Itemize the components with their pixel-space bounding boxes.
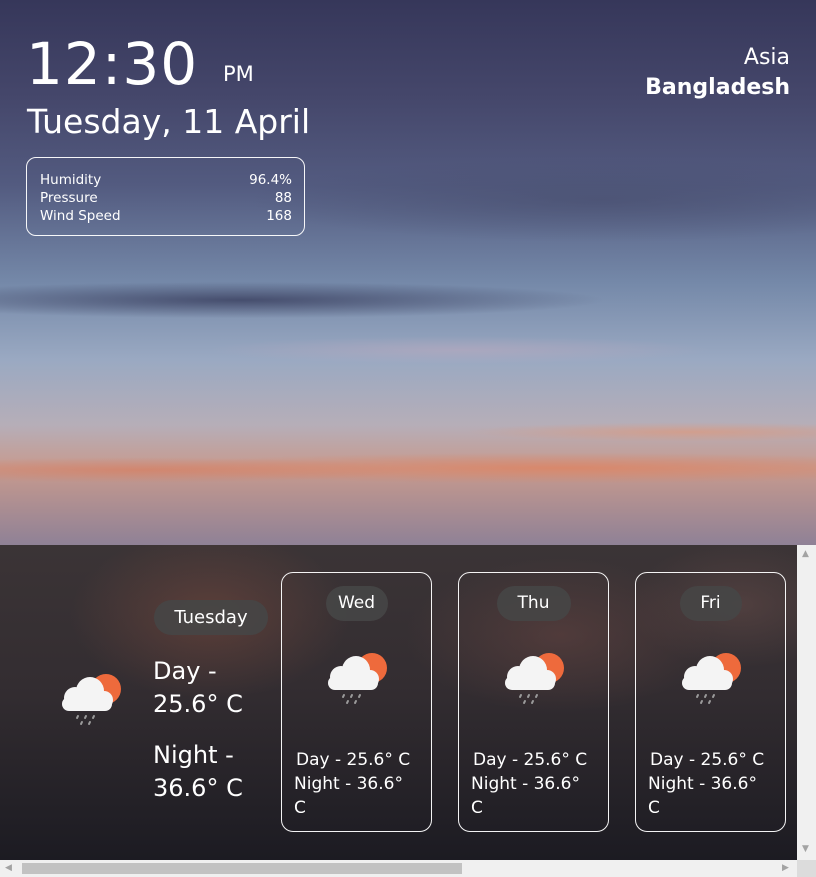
today-name-pill: Tuesday <box>154 600 268 635</box>
today-day-temp: Day - 25.6° C <box>153 657 243 718</box>
stat-row-humidity: Humidity 96.4% <box>40 171 292 189</box>
scroll-up-icon[interactable]: ▲ <box>802 549 809 559</box>
forecast-temps: Day - 25.6° C Night - 36.6° C <box>294 748 427 820</box>
current-time: 12:30 <box>26 30 199 98</box>
cloud-sun-rain-icon <box>322 651 392 711</box>
cloud-sun-rain-icon <box>56 672 126 732</box>
forecast-night-temp: Night - 36.6° C <box>294 774 403 818</box>
forecast-temps: Day - 25.6° C Night - 36.6° C <box>471 748 604 820</box>
forecast-card-thu[interactable]: Thu Day - 25.6° C Night - 36.6° C <box>458 572 609 832</box>
scroll-right-icon[interactable]: ▶ <box>782 863 789 873</box>
forecast-day-name: Thu <box>496 586 571 621</box>
forecast-day-name: Fri <box>679 586 742 621</box>
forecast-panel[interactable]: Tuesday Day - 25.6° C Night - 36.6° C We… <box>0 545 797 860</box>
stat-label: Pressure <box>40 190 98 206</box>
location-region: Asia <box>743 45 790 70</box>
forecast-day-temp: Day - 25.6° C <box>296 750 411 770</box>
time-meridiem: PM <box>223 62 254 86</box>
stat-value: 96.4% <box>249 172 292 188</box>
forecast-day-temp: Day - 25.6° C <box>650 750 765 770</box>
stat-row-wind-speed: Wind Speed 168 <box>40 207 292 225</box>
forecast-card-wed[interactable]: Wed Day - 25.6° C Night - 36.6° C <box>281 572 432 832</box>
cloud-sun-rain-icon <box>499 651 569 711</box>
forecast-card-fri[interactable]: Fri Day - 25.6° C Night - 36.6° C <box>635 572 786 832</box>
stat-row-pressure: Pressure 88 <box>40 189 292 207</box>
today-night-temp: Night - 36.6° C <box>153 741 243 802</box>
scroll-left-icon[interactable]: ◀ <box>5 863 12 873</box>
horizontal-scroll-thumb[interactable] <box>22 863 462 874</box>
stat-label: Humidity <box>40 172 102 188</box>
current-date: Tuesday, 11 April <box>27 102 311 141</box>
weather-stats-box: Humidity 96.4% Pressure 88 Wind Speed 16… <box>26 157 305 236</box>
vertical-scrollbar[interactable]: ▲ ▼ <box>797 545 816 860</box>
stat-value: 168 <box>266 208 292 224</box>
scroll-down-icon[interactable]: ▼ <box>802 844 809 854</box>
forecast-temps: Day - 25.6° C Night - 36.6° C <box>648 748 781 820</box>
forecast-day-name: Wed <box>325 586 388 621</box>
stat-label: Wind Speed <box>40 208 121 224</box>
forecast-day-temp: Day - 25.6° C <box>473 750 588 770</box>
stat-value: 88 <box>274 190 292 206</box>
location-country: Bangladesh <box>645 75 790 100</box>
cloud-sun-rain-icon <box>676 651 746 711</box>
scrollbar-corner <box>797 860 816 877</box>
forecast-night-temp: Night - 36.6° C <box>471 774 580 818</box>
horizontal-scrollbar[interactable]: ◀ ▶ <box>0 860 797 877</box>
forecast-night-temp: Night - 36.6° C <box>648 774 757 818</box>
